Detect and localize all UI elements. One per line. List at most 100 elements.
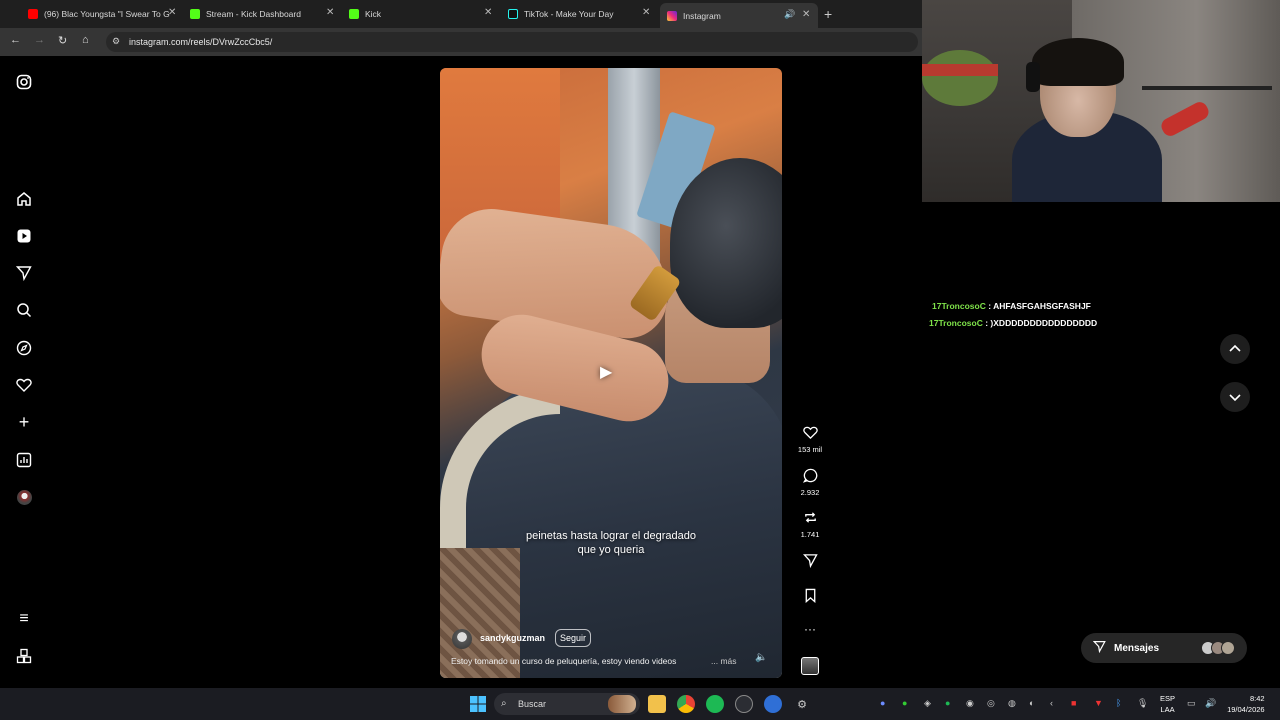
follow-button[interactable]: Seguir <box>555 629 591 647</box>
taskbar-search-label: Buscar <box>518 699 547 709</box>
close-icon[interactable]: ✕ <box>484 7 492 18</box>
share-icon <box>796 553 824 571</box>
browser-tab-bar: (96) Blac Youngsta "I Swear To G ✕ Strea… <box>0 0 922 28</box>
message-avatars <box>1201 641 1235 655</box>
audio-thumbnail[interactable] <box>801 657 819 675</box>
tab-youtube[interactable]: (96) Blac Youngsta "I Swear To G ✕ <box>28 4 178 24</box>
input-language-indicator[interactable]: ESP LAA <box>1160 693 1175 715</box>
tray-app-icon[interactable]: ● <box>902 698 907 708</box>
reload-icon[interactable]: ↻ <box>58 34 67 47</box>
windows-start-icon[interactable] <box>469 695 487 713</box>
more-link[interactable]: ... más <box>711 656 737 666</box>
tray-app-icon[interactable]: ▼ <box>1094 698 1103 708</box>
bookmark-icon <box>796 588 824 606</box>
messages-label: Mensajes <box>1114 642 1160 654</box>
back-icon[interactable]: ← <box>10 34 21 46</box>
notifications-heart-icon[interactable] <box>14 375 34 395</box>
tray-app-icon[interactable]: ● <box>880 698 885 708</box>
kick-icon <box>190 9 200 19</box>
search-highlight-icon <box>608 695 636 713</box>
search-icon[interactable] <box>14 300 34 320</box>
tab-instagram[interactable]: Instagram 🔊 ✕ <box>660 3 818 28</box>
youtube-icon <box>28 9 38 19</box>
close-icon[interactable]: ✕ <box>642 7 650 18</box>
reels-icon[interactable] <box>14 226 34 246</box>
next-reel-button[interactable] <box>1220 382 1250 412</box>
tray-record-icon[interactable]: ■ <box>1071 698 1076 708</box>
create-plus-icon[interactable]: + <box>14 412 34 432</box>
site-info-icon[interactable]: ⚙ <box>112 36 120 47</box>
obs-icon[interactable] <box>735 695 753 713</box>
network-icon[interactable]: ▭ <box>1187 698 1196 709</box>
reposts-count: 1.741 <box>800 530 820 539</box>
comment-icon <box>796 468 824 486</box>
home-icon[interactable] <box>14 189 34 209</box>
tray-app-icon[interactable]: ◉ <box>966 698 974 709</box>
microphone-icon[interactable]: 🎙 <box>1137 698 1148 709</box>
tiktok-icon <box>508 9 518 19</box>
tray-steam-icon[interactable]: ◐ <box>1029 698 1034 708</box>
close-icon[interactable]: ✕ <box>326 7 334 18</box>
settings-icon[interactable]: ⚙ <box>793 695 811 713</box>
comment-button[interactable]: 2.932 <box>796 468 824 497</box>
lang-layout: LAA <box>1160 705 1175 714</box>
new-tab-button[interactable]: + <box>824 6 832 22</box>
also-from-meta-icon[interactable] <box>14 646 34 666</box>
repost-button[interactable]: 1.741 <box>796 510 824 539</box>
repost-icon <box>796 510 824 528</box>
dashboard-icon[interactable] <box>14 450 34 470</box>
app-icon[interactable] <box>764 695 782 713</box>
file-explorer-icon[interactable] <box>648 695 666 713</box>
tray-discord-icon[interactable]: ◍ <box>1008 698 1016 709</box>
tab-kick-dashboard[interactable]: Stream - Kick Dashboard ✕ <box>190 4 340 24</box>
url-text: instagram.com/reels/DVrwZccCbc5/ <box>129 37 273 47</box>
reel-description[interactable]: Estoy tomando un curso de peluquería, es… <box>451 656 676 666</box>
tab-label: (96) Blac Youngsta "I Swear To G <box>44 9 170 19</box>
chat-username: 17TroncosoC <box>932 301 986 311</box>
tab-tiktok[interactable]: TikTok - Make Your Day ✕ <box>508 4 656 24</box>
direct-messages-icon[interactable] <box>14 263 34 283</box>
video-caption: peinetas hasta lograr el degradado que y… <box>525 530 696 556</box>
cam-plush-band <box>922 64 998 76</box>
chat-username: 17TroncosoC <box>929 318 983 328</box>
cam-shelf <box>1142 86 1272 90</box>
cam-person-hair <box>1032 38 1124 86</box>
author-avatar[interactable] <box>452 629 472 649</box>
tab-kick[interactable]: Kick ✕ <box>349 4 497 24</box>
tray-app-icon[interactable]: ‹ <box>1050 698 1053 708</box>
messages-button[interactable]: Mensajes <box>1081 633 1247 663</box>
tray-spotify-icon[interactable]: ● <box>945 698 950 708</box>
close-icon[interactable]: ✕ <box>802 9 810 20</box>
avatar <box>1221 641 1235 655</box>
volume-icon[interactable]: 🔈 <box>755 652 767 663</box>
tray-app-icon[interactable]: ◎ <box>987 698 995 709</box>
comments-count: 2.932 <box>800 488 820 497</box>
search-icon: ⌕ <box>501 698 507 709</box>
system-clock[interactable]: 8:42 19/04/2026 <box>1227 693 1265 715</box>
menu-hamburger-icon[interactable]: ≡ <box>14 609 34 629</box>
explore-icon[interactable] <box>14 338 34 358</box>
messages-icon <box>1092 640 1106 656</box>
speaker-icon[interactable]: 🔊 <box>784 9 795 20</box>
instagram-icon <box>667 10 677 21</box>
bluetooth-icon[interactable]: ᛒ <box>1116 698 1121 708</box>
close-icon[interactable]: ✕ <box>168 7 176 18</box>
more-options-icon[interactable]: ··· <box>796 622 824 636</box>
forward-icon[interactable]: → <box>34 34 45 46</box>
save-button[interactable] <box>796 588 824 606</box>
home-icon[interactable]: ⌂ <box>82 34 89 46</box>
tab-label: TikTok - Make Your Day <box>524 9 614 19</box>
tray-app-icon[interactable]: ◈ <box>924 698 931 709</box>
clock-time: 8:42 <box>1250 694 1265 703</box>
volume-icon[interactable]: 🔊 <box>1205 698 1216 709</box>
share-button[interactable] <box>796 553 824 571</box>
spotify-icon[interactable] <box>706 695 724 713</box>
play-icon[interactable]: ▶ <box>600 362 622 384</box>
author-username[interactable]: sandykguzman <box>480 633 545 643</box>
profile-avatar[interactable] <box>14 487 34 507</box>
instagram-logo-icon[interactable] <box>14 72 34 92</box>
like-button[interactable]: 153 mil <box>796 425 824 454</box>
previous-reel-button[interactable] <box>1220 334 1250 364</box>
chrome-icon[interactable] <box>677 695 695 713</box>
windows-taskbar <box>0 688 1280 720</box>
